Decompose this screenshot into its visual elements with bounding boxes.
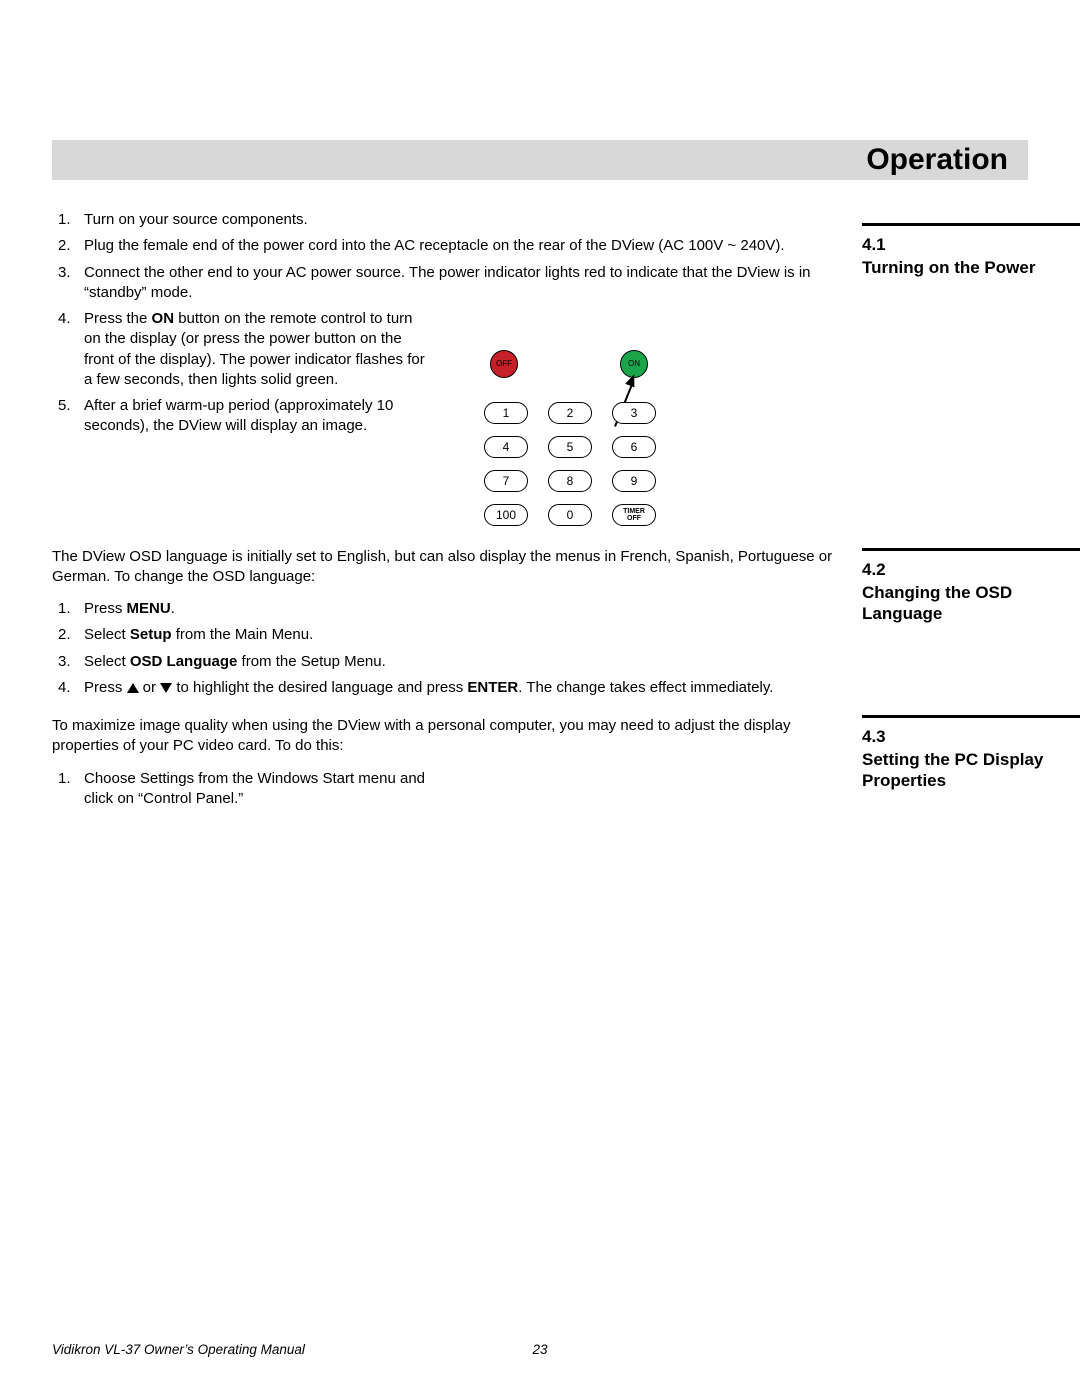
list-item: Choose Settings from the Windows Start m… (52, 769, 432, 810)
remote-key-0: 0 (548, 504, 592, 526)
off-button-icon: OFF (490, 350, 518, 378)
t: from the Setup Menu. (237, 653, 385, 670)
list-item: Press MENU. (52, 599, 851, 619)
footer-doc-title: Vidikron VL-37 Owner’s Operating Manual (52, 1342, 305, 1357)
remote-control-figure: OFF ON 1 2 3 4 5 6 7 8 9 100 0 TIMER OFF (472, 350, 692, 570)
side-column: 4.1 Turning on the Power 4.2 Changing th… (862, 210, 1080, 811)
t: . (171, 600, 175, 617)
remote-key-9: 9 (612, 470, 656, 492)
remote-key-6: 6 (612, 436, 656, 458)
t: . The change takes effect immediately. (518, 679, 773, 696)
pc-display-steps: Choose Settings from the Windows Start m… (52, 769, 851, 810)
remote-key-7: 7 (484, 470, 528, 492)
step4-text-a: Press the (84, 310, 152, 327)
remote-key-3: 3 (612, 402, 656, 424)
section-heading-4-3: 4.3 Setting the PC Display Properties (862, 715, 1080, 791)
list-item: Press or to highlight the desired langua… (52, 678, 851, 698)
remote-key-5: 5 (548, 436, 592, 458)
t: or (139, 679, 161, 696)
list-item: Select Setup from the Main Menu. (52, 625, 851, 645)
remote-key-8: 8 (548, 470, 592, 492)
pc-display-intro: To maximize image quality when using the… (52, 716, 851, 757)
t-bold: Setup (130, 626, 172, 643)
remote-key-1: 1 (484, 402, 528, 424)
page-number: 23 (532, 1341, 547, 1359)
t: from the Main Menu. (172, 626, 314, 643)
section-number: 4.2 (862, 559, 1080, 582)
t: Press (84, 600, 127, 617)
list-item: After a brief warm-up period (approximat… (52, 396, 432, 437)
remote-key-timer-off: TIMER OFF (612, 504, 656, 526)
page-footer: Vidikron VL-37 Owner’s Operating Manual … (52, 1341, 1028, 1359)
turning-on-power-steps: Turn on your source components. Plug the… (52, 210, 851, 437)
remote-key-2: 2 (548, 402, 592, 424)
up-arrow-icon (127, 683, 139, 693)
t: to highlight the desired language and pr… (172, 679, 467, 696)
section-title: Turning on the Power (862, 257, 1080, 278)
list-item: Select OSD Language from the Setup Menu. (52, 652, 851, 672)
chapter-title-bar: Operation (52, 140, 1028, 180)
timer-label-2: OFF (627, 515, 641, 522)
osd-language-steps: Press MENU. Select Setup from the Main M… (52, 599, 851, 698)
section-number: 4.3 (862, 726, 1080, 749)
section-4-2-body: The DView OSD language is initially set … (52, 547, 851, 699)
section-heading-4-1: 4.1 Turning on the Power (862, 223, 1080, 278)
down-arrow-icon (160, 683, 172, 693)
t-bold: OSD Language (130, 653, 238, 670)
main-column: Turn on your source components. Plug the… (52, 210, 851, 827)
list-item: Turn on your source components. (52, 210, 851, 230)
section-heading-4-2: 4.2 Changing the OSD Language (862, 548, 1080, 624)
remote-key-4: 4 (484, 436, 528, 458)
t: Select (84, 653, 130, 670)
list-item: Connect the other end to your AC power s… (52, 263, 851, 304)
list-item: Plug the female end of the power cord in… (52, 236, 851, 256)
timer-label-1: TIMER (623, 508, 645, 515)
t: Select (84, 626, 130, 643)
page-content: 4.1 Turning on the Power 4.2 Changing th… (52, 210, 1028, 827)
t-bold: MENU (127, 600, 171, 617)
t: Press (84, 679, 127, 696)
section-title: Changing the OSD Language (862, 582, 1080, 625)
section-4-3-body: To maximize image quality when using the… (52, 716, 851, 809)
section-4-1-body: Turn on your source components. Plug the… (52, 210, 851, 437)
chapter-title: Operation (866, 140, 1008, 181)
list-item: Press the ON button on the remote contro… (52, 309, 432, 390)
osd-language-intro: The DView OSD language is initially set … (52, 547, 851, 588)
remote-key-100: 100 (484, 504, 528, 526)
step4-bold: ON (152, 310, 175, 327)
section-title: Setting the PC Display Properties (862, 749, 1080, 792)
section-number: 4.1 (862, 234, 1080, 257)
t-bold: ENTER (467, 679, 518, 696)
